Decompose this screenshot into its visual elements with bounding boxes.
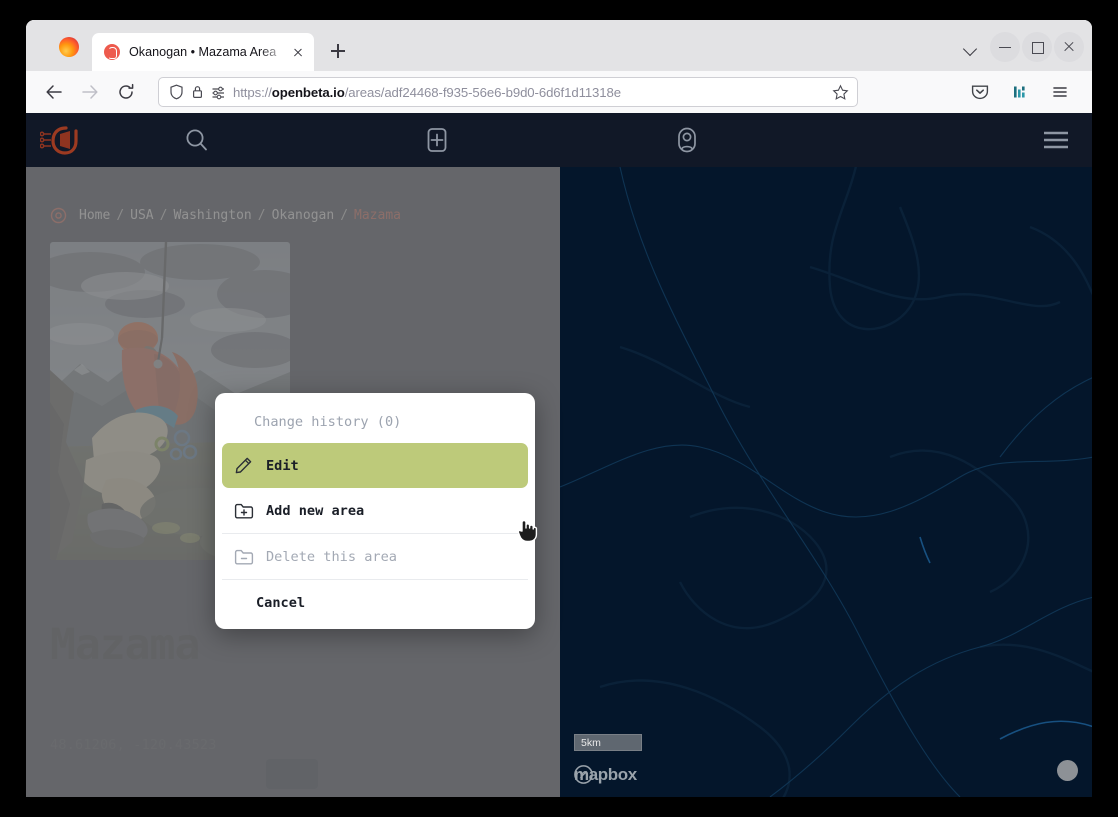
menu-item-delete-this-area: Delete this area [222,534,528,579]
menu-item-label: Add new area [266,502,365,519]
pocket-save-icon[interactable] [964,76,996,108]
menu-item-label: Delete this area [266,548,397,565]
menu-item-edit[interactable]: Edit [222,443,528,488]
url-text: https://openbeta.io/areas/adf24468-f935-… [233,84,621,100]
forward-button [74,76,106,108]
mapbox-logo[interactable]: mapbox [574,765,637,785]
map-pane[interactable]: 5km mapbox [560,167,1092,797]
app-menu-button[interactable] [1044,76,1076,108]
user-profile-icon[interactable] [562,127,812,153]
tab-strip: Okanogan • Mazama Area [26,20,1092,71]
hamburger-menu-icon[interactable] [1042,129,1070,151]
menu-item-label: Cancel [256,594,306,611]
back-button[interactable] [38,76,70,108]
navigation-toolbar: https://openbeta.io/areas/adf24468-f935-… [26,71,1092,113]
area-actions-menu: Change history (0) Edit Add new area Del… [215,393,535,629]
pencil-icon [234,456,260,475]
window-controls [954,32,1092,62]
url-bar[interactable]: https://openbeta.io/areas/adf24468-f935-… [158,77,858,107]
close-tab-icon[interactable] [288,42,308,62]
site-header [26,113,1092,167]
map-scale-bar: 5km [574,734,642,751]
close-window-button[interactable] [1054,32,1084,62]
maximize-window-button[interactable] [1022,32,1052,62]
tab-title: Okanogan • Mazama Area [129,45,277,59]
firefox-logo-icon [59,37,79,57]
openbeta-favicon-icon [104,44,120,60]
lock-icon[interactable] [191,84,204,100]
pointing-hand-cursor [516,517,538,548]
plus-square-icon[interactable] [312,127,562,153]
openbeta-logo-icon[interactable] [39,123,82,157]
menu-header-change-history[interactable]: Change history (0) [215,401,535,443]
new-tab-button[interactable] [324,37,352,65]
toolbar-right-icons [964,76,1080,108]
site-permissions-icon[interactable] [211,84,226,100]
map-terrain-graphic [560,167,1092,797]
extension-icon[interactable] [1004,76,1036,108]
browser-window: Okanogan • Mazama Area https://openbeta.… [26,20,1092,797]
mapbox-mark-icon [574,765,593,784]
menu-item-label: Edit [266,457,299,474]
menu-item-cancel[interactable]: Cancel [222,580,528,625]
tracking-shield-icon[interactable] [169,84,184,100]
web-content-area: 5km mapbox Home / USA / Washington [26,113,1092,797]
reload-button[interactable] [110,76,142,108]
folder-plus-icon [234,502,260,520]
minimize-window-button[interactable] [990,32,1020,62]
map-info-button[interactable] [1057,760,1078,781]
list-all-tabs-icon[interactable] [954,32,988,62]
folder-minus-icon [234,548,260,566]
menu-item-add-new-area[interactable]: Add new area [222,488,528,533]
bookmark-star-icon[interactable] [832,84,849,101]
browser-tab[interactable]: Okanogan • Mazama Area [92,33,314,71]
search-icon[interactable] [82,127,312,153]
